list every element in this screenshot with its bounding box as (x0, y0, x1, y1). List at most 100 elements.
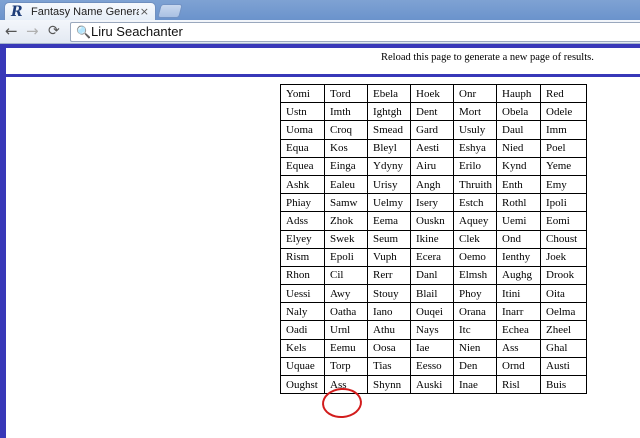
forward-arrow-icon[interactable]: → (26, 23, 39, 40)
name-cell: Uquae (280, 356, 325, 377)
name-cell: Danl (410, 265, 454, 286)
name-cell: Poel (540, 138, 587, 158)
name-cell: Samw (324, 193, 368, 213)
name-cell: Uelmy (367, 193, 411, 213)
name-cell: Rothl (496, 193, 541, 213)
name-cell: Nien (453, 338, 497, 358)
name-cell: Airu (410, 156, 454, 176)
name-cell: Blail (410, 284, 454, 304)
name-cell: Ebela (367, 83, 411, 104)
name-cell: Vuph (367, 247, 411, 267)
name-cell: Naly (280, 302, 325, 322)
table-row: Phiay Samw Uelmy Isery Estch Rothl Ipoli (280, 193, 587, 213)
name-cell: Hauph (496, 83, 541, 104)
name-cell: Austi (540, 356, 587, 377)
tab-close-icon[interactable]: × (140, 5, 149, 18)
name-cell: Enth (496, 174, 541, 195)
name-cell: Risl (496, 374, 541, 395)
name-cell: Uemi (496, 211, 541, 231)
search-icon: 🔍 (76, 25, 91, 39)
name-cell: Ydyny (367, 156, 411, 176)
name-cell: Oita (540, 284, 587, 304)
name-cell: Ass (496, 338, 541, 358)
browser-tab[interactable]: R Fantasy Name Generator: 6 × (4, 2, 156, 20)
name-cell: Torp (324, 356, 368, 377)
new-tab-button[interactable] (157, 4, 183, 18)
table-row: Kels Eemu Oosa Iae Nien Ass Ghal (280, 338, 587, 358)
name-cell: Shynn (367, 374, 411, 395)
name-cell: Buis (540, 374, 587, 395)
name-cell: Elmsh (453, 265, 497, 286)
name-cell: Equa (280, 138, 325, 158)
name-cell: Oosa (367, 338, 411, 358)
name-cell: Inarr (496, 302, 541, 322)
name-cell: Obela (496, 102, 541, 122)
name-cell: Choust (540, 229, 587, 249)
name-cell: Kos (324, 138, 368, 158)
table-row: Ashk Ealeu Urisy Angh Thruith Enth Emy (280, 174, 587, 195)
table-row: Uquae Torp Tias Eesso Den Ornd Austi (280, 356, 587, 377)
name-cell: Einga (324, 156, 368, 176)
name-cell: Cil (324, 265, 368, 286)
table-row: Equa Kos Bleyl Aesti Eshya Nied Poel (280, 138, 587, 158)
name-cell: Rism (280, 247, 325, 267)
highlight-circle (321, 386, 363, 420)
page-top-border (0, 44, 640, 48)
reload-icon[interactable]: ⟳ (48, 23, 60, 40)
name-cell: Iano (367, 302, 411, 322)
table-row: Ustn Imth Ightgh Dent Mort Obela Odele (280, 102, 587, 122)
name-cell: Yeme (540, 156, 587, 176)
table-row: Rhon Cil Rerr Danl Elmsh Aughg Drook (280, 265, 587, 286)
name-cell: Mort (453, 102, 497, 122)
name-cell: Imth (324, 102, 368, 122)
name-cell: Ikine (410, 229, 454, 249)
name-cell: Auski (410, 374, 454, 395)
name-cell: Red (540, 83, 587, 104)
name-cell: Rerr (367, 265, 411, 286)
name-cell: Erilo (453, 156, 497, 176)
name-cell: Imm (540, 120, 587, 140)
name-cell: Inae (453, 374, 497, 395)
name-cell: Ouqei (410, 302, 454, 322)
table-row: Elyey Swek Seum Ikine Clek Ond Choust (280, 229, 587, 249)
name-cell: Oughst (280, 374, 325, 395)
name-cell: Elyey (280, 229, 325, 249)
name-cell: Ipoli (540, 193, 587, 213)
name-cell: Hoek (410, 83, 454, 104)
name-cell: Ond (496, 229, 541, 249)
name-cell: Gard (410, 120, 454, 140)
name-cell: Eshya (453, 138, 497, 158)
name-cell: Echea (496, 320, 541, 340)
name-cell: Aquey (453, 211, 497, 231)
name-cell: Epoli (324, 247, 368, 267)
table-row: Uessi Awy Stouy Blail Phoy Itini Oita (280, 284, 587, 304)
back-arrow-icon[interactable]: ← (5, 23, 18, 40)
address-text[interactable]: Liru Seachanter (91, 24, 183, 39)
table-row: Naly Oatha Iano Ouqei Orana Inarr Oelma (280, 302, 587, 322)
table-row: Oughst Ass Shynn Auski Inae Risl Buis (280, 374, 587, 395)
name-cell: Nays (410, 320, 454, 340)
name-cell: Eesso (410, 356, 454, 377)
name-cell: Clek (453, 229, 497, 249)
name-cell: Joek (540, 247, 587, 267)
name-cell: Nied (496, 138, 541, 158)
table-row: Oadi Urnl Athu Nays Itc Echea Zheel (280, 320, 587, 340)
name-cell: Uessi (280, 284, 325, 304)
name-cell: Eomi (540, 211, 587, 231)
name-cell: Angh (410, 174, 454, 195)
address-bar[interactable]: 🔍 Liru Seachanter (70, 22, 640, 42)
name-cell: Stouy (367, 284, 411, 304)
name-cell: Phoy (453, 284, 497, 304)
name-cell: Orana (453, 302, 497, 322)
name-cell: Thruith (453, 174, 497, 195)
page-left-border (0, 48, 6, 438)
name-cell: Aughg (496, 265, 541, 286)
name-cell: Uoma (280, 120, 325, 140)
name-cell: Eemu (324, 338, 368, 358)
name-cell: Swek (324, 229, 368, 249)
name-cell: Emy (540, 174, 587, 195)
table-row: Rism Epoli Vuph Ecera Oemo Ienthy Joek (280, 247, 587, 267)
name-cell: Usuly (453, 120, 497, 140)
name-cell: Ashk (280, 174, 325, 195)
table-row: Uoma Croq Smead Gard Usuly Daul Imm (280, 120, 587, 140)
